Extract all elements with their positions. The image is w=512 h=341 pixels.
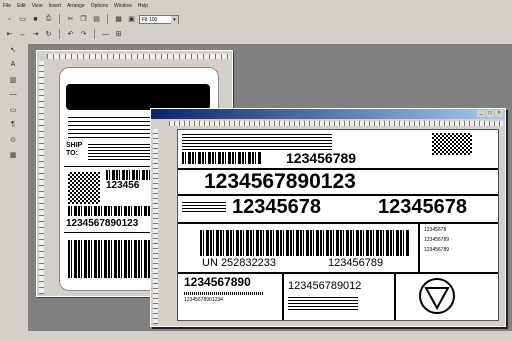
barcode-number-1: 123456 — [106, 180, 140, 191]
number-mid-right: 12345678 — [378, 196, 467, 218]
right-box-text-2: 123456789 — [424, 237, 450, 243]
minus-icon[interactable]: — — [100, 29, 111, 40]
right-box-text-3: 123456789 — [424, 247, 450, 253]
window-titlebar[interactable]: _ □ × — [151, 109, 505, 119]
align-center-icon[interactable]: ↔ — [17, 29, 28, 40]
number-top: 123456789 — [286, 150, 357, 166]
zoom-select[interactable]: Fit 100 ▾ — [139, 14, 179, 24]
chevron-down-icon[interactable]: ▾ — [171, 15, 178, 24]
menu-arrange[interactable]: Arrange — [67, 2, 85, 11]
un-number: UN 252832233 — [202, 257, 277, 269]
divider — [178, 272, 498, 274]
toolbar-separator — [107, 14, 108, 24]
toolbar-separator — [59, 14, 60, 24]
barcode-icon[interactable]: ▥ — [8, 74, 19, 85]
line-icon[interactable]: — — [8, 89, 19, 100]
bottom-mid-text — [288, 296, 358, 310]
number-big: 1234567890123 — [204, 170, 356, 193]
menu-view[interactable]: View — [32, 2, 43, 11]
new-icon[interactable]: ▫ — [4, 14, 15, 25]
format-toolbar: ⇤ ↔ ⇥ ↻ ↶ ↷ — ⊞ — [0, 27, 512, 41]
menu-window[interactable]: Window — [114, 2, 132, 11]
menu-insert[interactable]: Insert — [48, 2, 61, 11]
window-controls: _ □ × — [477, 110, 503, 117]
divider-vertical — [394, 272, 396, 320]
label-canvas-front[interactable]: 123456789 1234567890123 12345678 1234567… — [177, 129, 499, 321]
save-icon[interactable]: ■ — [30, 14, 41, 25]
barcode-top — [182, 152, 262, 164]
bottom-left-sub-bars — [184, 292, 264, 295]
document-workspace: SHIP TO: 123456 1234567890123 _ □ × 1234… — [28, 44, 512, 331]
grid-icon[interactable]: ▦ — [113, 14, 124, 25]
menu-edit[interactable]: Edit — [17, 2, 26, 11]
barcode-small — [106, 170, 150, 180]
text-icon[interactable]: A — [8, 59, 19, 70]
divider-vertical — [418, 222, 420, 272]
datamatrix-code — [432, 133, 472, 155]
cut-icon[interactable]: ✂ — [65, 14, 76, 25]
redo-icon[interactable]: ↷ — [78, 29, 89, 40]
toolbar-separator — [59, 29, 60, 39]
tool-palette: ↖ A ▥ — ▭ ¶ ⊙ ▦ — [2, 44, 24, 160]
minimize-icon[interactable]: _ — [477, 110, 485, 117]
horizontal-ruler — [47, 54, 230, 59]
align-left-icon[interactable]: ⇤ — [4, 29, 15, 40]
divider-vertical — [282, 272, 284, 320]
number-bottom-left: 1234567890 — [184, 275, 251, 289]
black-header-block — [66, 84, 210, 110]
toolbar-separator — [94, 29, 95, 39]
menu-bar: File Edit View Insert Arrange Options Wi… — [0, 2, 512, 11]
menu-help[interactable]: Help — [138, 2, 148, 11]
align-right-icon[interactable]: ⇥ — [30, 29, 41, 40]
number-bottom-sub: 12345678901234 — [184, 297, 223, 303]
barcode-number-2: 1234567890123 — [66, 218, 139, 229]
plus-icon[interactable]: ⊞ — [113, 29, 124, 40]
rfid-icon[interactable]: ⊙ — [8, 134, 19, 145]
close-icon[interactable]: × — [495, 110, 503, 117]
image-icon[interactable]: ¶ — [8, 119, 19, 130]
open-icon[interactable]: ▭ — [17, 14, 28, 25]
un-number-right: 123456789 — [328, 257, 384, 269]
vertical-ruler — [153, 129, 158, 324]
main-toolbar: ▫ ▭ ■ ⎙ ✂ ❐ ▤ ▦ ▣ Fit 100 ▾ — [0, 12, 512, 26]
undo-icon[interactable]: ↶ — [65, 29, 76, 40]
status-bar — [0, 331, 512, 341]
ship-to-label: SHIP TO: — [66, 142, 83, 157]
pointer-icon[interactable]: ↖ — [8, 44, 19, 55]
vertical-ruler — [39, 61, 44, 294]
print-icon[interactable]: ⎙ — [43, 14, 54, 25]
rectangle-icon[interactable]: ▭ — [8, 104, 19, 115]
barcode-middle — [200, 230, 410, 256]
divider — [178, 222, 498, 224]
copy-icon[interactable]: ❐ — [78, 14, 89, 25]
menu-file[interactable]: File — [3, 2, 11, 11]
right-box-text-1: 12345678 — [424, 227, 447, 233]
mid-small-text — [182, 200, 226, 212]
table-icon[interactable]: ▦ — [8, 149, 19, 160]
zoom-icon[interactable]: ▣ — [126, 14, 137, 25]
rotate-icon[interactable]: ↻ — [43, 29, 54, 40]
horizontal-ruler — [169, 121, 503, 126]
menu-options[interactable]: Options — [91, 2, 108, 11]
number-mid-left: 12345678 — [232, 196, 321, 218]
number-bottom-mid: 123456789012 — [288, 280, 362, 292]
zoom-value: Fit 100 — [142, 16, 158, 23]
label-designer-app: File Edit View Insert Arrange Options Wi… — [0, 0, 512, 341]
top-text-block — [182, 134, 332, 150]
front-label-window[interactable]: _ □ × 123456789 1234567890123 12345678 1… — [150, 108, 506, 327]
maximize-icon[interactable]: □ — [486, 110, 494, 117]
2d-barcode — [68, 172, 100, 204]
paste-icon[interactable]: ▤ — [91, 14, 102, 25]
hazard-triangle-icon — [419, 278, 455, 314]
